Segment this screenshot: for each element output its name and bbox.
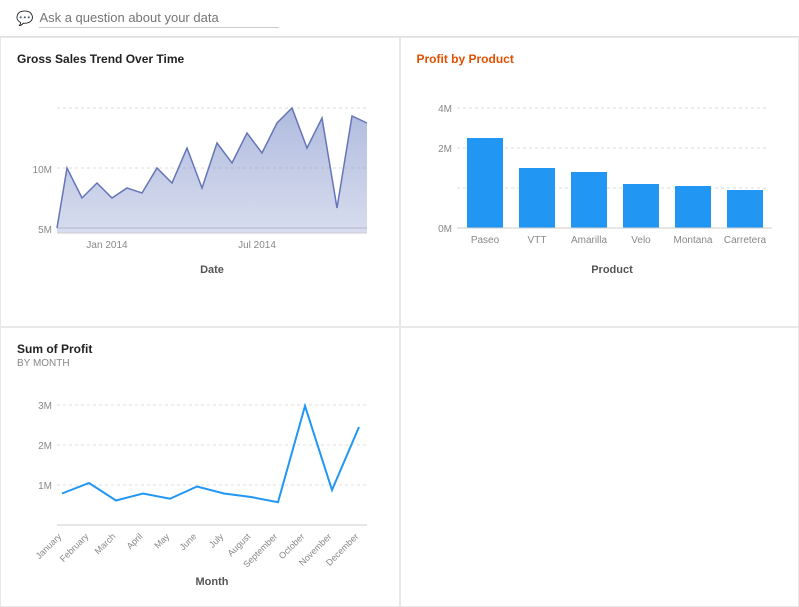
sum-of-profit-title: Sum of Profit [17, 342, 383, 356]
sum-of-profit-subtitle: BY MONTH [17, 358, 383, 369]
sum-of-profit-panel: Sum of Profit BY MONTH 3M 2M 1M [0, 327, 400, 607]
sum-of-profit-chart: 3M 2M 1M January February March April Ma… [17, 375, 383, 600]
dashboard: Gross Sales Trend Over Time 10M 5M [0, 37, 799, 591]
svg-text:March: March [93, 531, 118, 556]
svg-text:Carretera: Carretera [723, 235, 766, 246]
gross-sales-title: Gross Sales Trend Over Time [17, 52, 383, 66]
svg-text:10M: 10M [33, 165, 52, 176]
svg-text:May: May [152, 531, 171, 550]
chat-icon: 💬 [16, 10, 33, 27]
svg-text:Montana: Montana [673, 235, 712, 246]
svg-text:July: July [207, 531, 226, 550]
svg-text:2M: 2M [38, 441, 52, 452]
svg-text:1M: 1M [38, 481, 52, 492]
profit-by-product-title: Profit by Product [417, 52, 783, 66]
svg-text:Month: Month [196, 576, 229, 588]
svg-text:June: June [178, 531, 199, 552]
svg-text:0M: 0M [438, 224, 452, 235]
gross-sales-chart: 10M 5M Jan 2014 Jul 2014 [17, 68, 383, 313]
svg-text:Amarilla: Amarilla [570, 235, 607, 246]
svg-text:3M: 3M [38, 401, 52, 412]
svg-text:February: February [58, 531, 91, 564]
gross-sales-panel: Gross Sales Trend Over Time 10M 5M [0, 37, 400, 327]
profit-by-product-chart: 4M 2M 0M Paseo VTT [417, 68, 783, 313]
svg-text:Product: Product [591, 264, 633, 276]
svg-text:2M: 2M [438, 144, 452, 155]
svg-text:Date: Date [200, 264, 224, 276]
svg-text:April: April [125, 531, 145, 551]
profit-by-product-panel: Profit by Product 4M 2M 0M [400, 37, 799, 327]
svg-text:VTT: VTT [527, 235, 546, 246]
svg-text:Jul 2014: Jul 2014 [238, 240, 276, 251]
svg-text:Paseo: Paseo [470, 235, 499, 246]
top-bar: 💬 [0, 0, 799, 37]
svg-text:5M: 5M [38, 225, 52, 236]
ask-question-input[interactable] [39, 8, 279, 28]
empty-panel [400, 327, 799, 607]
svg-text:Velo: Velo [631, 235, 651, 246]
svg-text:4M: 4M [438, 104, 452, 115]
svg-text:Jan 2014: Jan 2014 [86, 240, 128, 251]
